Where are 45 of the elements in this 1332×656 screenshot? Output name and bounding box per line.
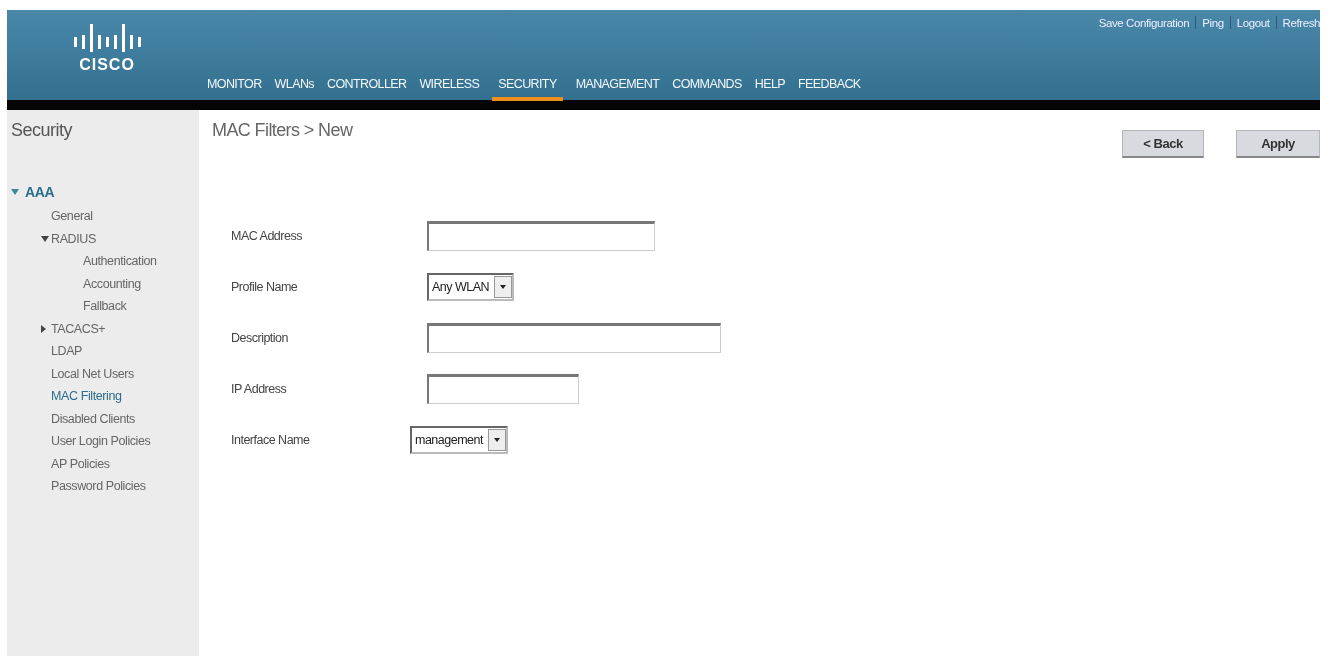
- page-title: MAC Filters > New: [212, 120, 353, 141]
- header-link[interactable]: Ping: [1202, 16, 1224, 29]
- sidebar-item[interactable]: AP Policies: [51, 456, 110, 471]
- sidebar-item[interactable]: Disabled Clients: [51, 411, 135, 426]
- logo-bars-icon: [73, 24, 141, 52]
- dropdown[interactable]: Any WLAN: [427, 272, 515, 301]
- form-button[interactable]: Apply: [1236, 130, 1320, 158]
- nav-tab[interactable]: MANAGEMENT: [575, 77, 660, 101]
- caret-icon: [500, 284, 507, 289]
- sidebar-item[interactable]: Local Net Users: [51, 366, 134, 381]
- sidebar-item[interactable]: Fallback: [83, 299, 127, 314]
- sidebar-item[interactable]: Authentication: [83, 254, 157, 269]
- header-link[interactable]: Refresh: [1282, 16, 1320, 29]
- sidebar-item[interactable]: RADIUS: [51, 231, 96, 246]
- nav-tab[interactable]: HELP: [754, 77, 785, 101]
- header-link[interactable]: Logout: [1236, 16, 1270, 29]
- header-link[interactable]: Save Configuration: [1098, 16, 1190, 29]
- caret-icon: [493, 437, 500, 442]
- nav-tab[interactable]: FEEDBACK: [798, 77, 861, 101]
- text-field[interactable]: [427, 322, 721, 353]
- nav-tab[interactable]: WLANs: [274, 77, 314, 101]
- dropdown[interactable]: management: [410, 425, 508, 454]
- sidebar-item[interactable]: AAA: [25, 184, 55, 200]
- nav-tab[interactable]: MONITOR: [207, 77, 262, 101]
- field-label: IP Address: [231, 381, 288, 396]
- sidebar-item[interactable]: MAC Filtering: [51, 389, 122, 404]
- sidebar-item[interactable]: TACACS+: [51, 321, 106, 336]
- field-label: Profile Name: [231, 279, 299, 294]
- text-field[interactable]: [427, 373, 579, 404]
- nav-tab[interactable]: WIRELESS: [419, 77, 480, 101]
- expanded-triangle-icon[interactable]: [41, 235, 49, 242]
- form-button[interactable]: < Back: [1122, 130, 1204, 158]
- nav-tab[interactable]: CONTROLLER: [327, 77, 407, 101]
- sidebar-item[interactable]: Password Policies: [51, 479, 146, 494]
- sidebar-item[interactable]: User Login Policies: [51, 434, 151, 449]
- sidebar-item[interactable]: General: [51, 209, 93, 224]
- text-field[interactable]: [427, 220, 655, 251]
- sidebar-item[interactable]: LDAP: [51, 344, 83, 359]
- logo-text: CISCO: [79, 56, 135, 74]
- sidebar-item[interactable]: Accounting: [83, 276, 141, 291]
- sidebar-title: Security: [11, 120, 74, 141]
- nav-tab[interactable]: COMMANDS: [672, 77, 742, 101]
- field-label: MAC Address: [231, 228, 303, 243]
- field-label: Description: [231, 330, 290, 345]
- collapsed-triangle-icon[interactable]: [41, 324, 46, 333]
